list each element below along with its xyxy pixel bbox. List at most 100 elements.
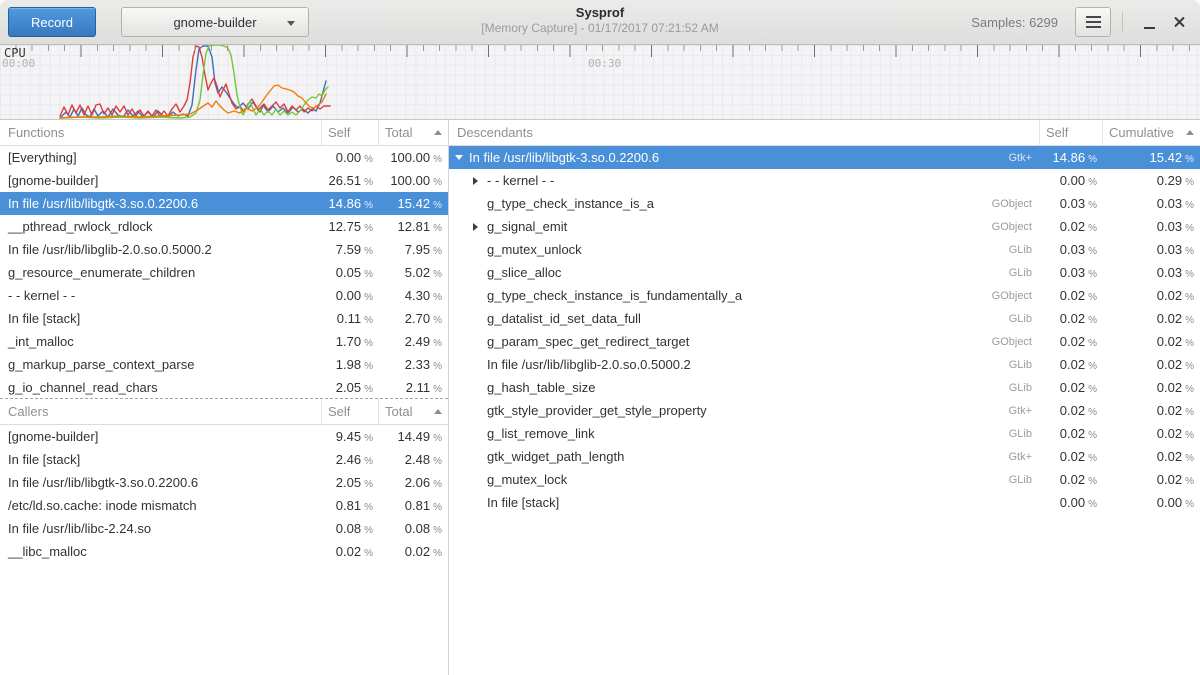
percent-number: 2.46 bbox=[336, 452, 361, 467]
tree-row[interactable]: g_datalist_id_set_data_fullGLib0.02%0.02… bbox=[449, 307, 1200, 330]
percent-number: 0.03 bbox=[1157, 265, 1182, 280]
percent-sign: % bbox=[364, 433, 373, 444]
tree-row[interactable]: In file /usr/lib/libglib-2.0.so.0.5000.2… bbox=[449, 353, 1200, 376]
table-row[interactable]: In file /usr/lib/libgtk-3.so.0.2200.62.0… bbox=[0, 471, 448, 494]
table-row[interactable]: /etc/ld.so.cache: inode mismatch 0.81%0.8… bbox=[0, 494, 448, 517]
minimize-button[interactable] bbox=[1134, 7, 1164, 37]
percent-number: 0.08 bbox=[336, 521, 361, 536]
library-tag: GObject bbox=[992, 336, 1040, 348]
table-row[interactable]: [gnome-builder]26.51%100.00% bbox=[0, 169, 448, 192]
descendant-name-cell: In file /usr/lib/libglib-2.0.so.0.5000.2… bbox=[449, 357, 1040, 372]
target-process-dropdown[interactable]: gnome-builder bbox=[121, 7, 309, 37]
percent-value: 14.49% bbox=[379, 429, 448, 444]
function-name: __pthread_rwlock_rdlock bbox=[0, 219, 322, 234]
percent-sign: % bbox=[364, 246, 373, 257]
table-row[interactable]: g_io_channel_read_chars2.05%2.11% bbox=[0, 376, 448, 399]
percent-number: 0.02 bbox=[1157, 403, 1182, 418]
tree-row[interactable]: g_type_check_instance_is_aGObject0.03%0.… bbox=[449, 192, 1200, 215]
table-row[interactable]: _int_malloc1.70%2.49% bbox=[0, 330, 448, 353]
percent-number: 0.81 bbox=[405, 498, 430, 513]
percent-number: 100.00 bbox=[390, 150, 430, 165]
table-row[interactable]: In file [stack]2.46%2.48% bbox=[0, 448, 448, 471]
percent-value: 26.51% bbox=[322, 173, 379, 188]
time-label-mid: 00:30 bbox=[588, 57, 621, 70]
descendants-cumulative-column-header[interactable]: Cumulative bbox=[1103, 120, 1200, 145]
table-row[interactable]: - - kernel - -0.00%4.30% bbox=[0, 284, 448, 307]
percent-value: 14.86% bbox=[1040, 150, 1103, 165]
percent-number: 0.02 bbox=[1157, 449, 1182, 464]
tree-row[interactable]: g_signal_emitGObject0.02%0.03% bbox=[449, 215, 1200, 238]
table-row[interactable]: [gnome-builder]9.45%14.49% bbox=[0, 425, 448, 448]
percent-sign: % bbox=[1185, 476, 1194, 487]
percent-value: 2.05% bbox=[322, 380, 379, 395]
percent-value: 0.81% bbox=[379, 498, 448, 513]
table-row[interactable]: In file /usr/lib/libglib-2.0.so.0.5000.2… bbox=[0, 238, 448, 261]
percent-sign: % bbox=[364, 384, 373, 395]
table-row[interactable]: g_markup_parse_context_parse1.98%2.33% bbox=[0, 353, 448, 376]
function-name: In file /usr/lib/libc-2.24.so bbox=[0, 521, 322, 536]
percent-number: 5.02 bbox=[405, 265, 430, 280]
percent-value: 0.02% bbox=[1103, 380, 1200, 395]
tree-row[interactable]: g_param_spec_get_redirect_targetGObject0… bbox=[449, 330, 1200, 353]
expander-collapsed-icon[interactable] bbox=[473, 223, 487, 231]
tree-row[interactable]: g_list_remove_linkGLib0.02%0.02% bbox=[449, 422, 1200, 445]
descendant-name: In file /usr/lib/libglib-2.0.so.0.5000.2 bbox=[487, 357, 691, 372]
table-row[interactable]: g_resource_enumerate_children0.05%5.02% bbox=[0, 261, 448, 284]
functions-total-column-header[interactable]: Total bbox=[379, 120, 448, 145]
percent-sign: % bbox=[364, 479, 373, 490]
percent-value: 0.02% bbox=[1103, 311, 1200, 326]
tree-row[interactable]: gtk_style_provider_get_style_propertyGtk… bbox=[449, 399, 1200, 422]
tree-row[interactable]: In file [stack]0.00%0.00% bbox=[449, 491, 1200, 514]
callers-total-column-header[interactable]: Total bbox=[379, 399, 448, 424]
percent-number: 0.02 bbox=[336, 544, 361, 559]
percent-number: 2.11 bbox=[406, 380, 430, 395]
menu-button[interactable] bbox=[1075, 7, 1111, 37]
percent-value: 0.08% bbox=[379, 521, 448, 536]
percent-sign: % bbox=[433, 154, 442, 165]
tree-row[interactable]: gtk_widget_path_lengthGtk+0.02%0.02% bbox=[449, 445, 1200, 468]
tree-row[interactable]: - - kernel - -0.00%0.29% bbox=[449, 169, 1200, 192]
table-row[interactable]: __pthread_rwlock_rdlock12.75%12.81% bbox=[0, 215, 448, 238]
table-row[interactable]: In file /usr/lib/libgtk-3.so.0.2200.614.… bbox=[0, 192, 448, 215]
table-row[interactable]: In file /usr/lib/libc-2.24.so0.08%0.08% bbox=[0, 517, 448, 540]
percent-value: 0.29% bbox=[1103, 173, 1200, 188]
triangle-right-icon bbox=[473, 177, 478, 185]
functions-self-column-header[interactable]: Self bbox=[322, 120, 379, 145]
percent-sign: % bbox=[364, 154, 373, 165]
descendants-self-column-header[interactable]: Self bbox=[1040, 120, 1103, 145]
functions-table: [Everything]0.00%100.00%[gnome-builder]2… bbox=[0, 146, 448, 399]
close-button[interactable] bbox=[1164, 7, 1194, 37]
percent-value: 4.30% bbox=[379, 288, 448, 303]
functions-column-header[interactable]: Functions bbox=[0, 120, 322, 145]
app-title: Sysprof bbox=[481, 5, 718, 21]
library-tag: GLib bbox=[1009, 359, 1040, 371]
expander-expanded-icon[interactable] bbox=[455, 155, 469, 160]
tree-row[interactable]: g_hash_table_sizeGLib0.02%0.02% bbox=[449, 376, 1200, 399]
function-name: /etc/ld.so.cache: inode mismatch bbox=[0, 498, 322, 513]
descendant-name: g_param_spec_get_redirect_target bbox=[487, 334, 689, 349]
record-button[interactable]: Record bbox=[8, 7, 96, 37]
percent-number: 0.03 bbox=[1157, 219, 1182, 234]
percent-number: 0.02 bbox=[1157, 380, 1182, 395]
tree-row[interactable]: g_type_check_instance_is_fundamentally_a… bbox=[449, 284, 1200, 307]
tree-row[interactable]: g_mutex_lockGLib0.02%0.02% bbox=[449, 468, 1200, 491]
descendants-column-header[interactable]: Descendants bbox=[449, 120, 1040, 145]
callers-self-column-header[interactable]: Self bbox=[322, 399, 379, 424]
table-row[interactable]: __libc_malloc0.02%0.02% bbox=[0, 540, 448, 563]
tree-row[interactable]: g_mutex_unlockGLib0.03%0.03% bbox=[449, 238, 1200, 261]
descendant-name-cell: g_param_spec_get_redirect_target GObject bbox=[449, 334, 1040, 349]
percent-number: 0.02 bbox=[1157, 357, 1182, 372]
tree-row[interactable]: In file /usr/lib/libgtk-3.so.0.2200.6Gtk… bbox=[449, 146, 1200, 169]
percent-value: 0.02% bbox=[1103, 403, 1200, 418]
expander-collapsed-icon[interactable] bbox=[473, 177, 487, 185]
percent-sign: % bbox=[433, 338, 442, 349]
table-row[interactable]: [Everything]0.00%100.00% bbox=[0, 146, 448, 169]
cpu-timeline-graph[interactable]: CPU 00:00 00:30 bbox=[0, 45, 1200, 120]
percent-value: 0.02% bbox=[1103, 449, 1200, 464]
callers-column-header[interactable]: Callers bbox=[0, 399, 322, 424]
percent-number: 0.08 bbox=[405, 521, 430, 536]
percent-number: 0.02 bbox=[1157, 311, 1182, 326]
function-name: __libc_malloc bbox=[0, 544, 322, 559]
tree-row[interactable]: g_slice_allocGLib0.03%0.03% bbox=[449, 261, 1200, 284]
table-row[interactable]: In file [stack]0.11%2.70% bbox=[0, 307, 448, 330]
